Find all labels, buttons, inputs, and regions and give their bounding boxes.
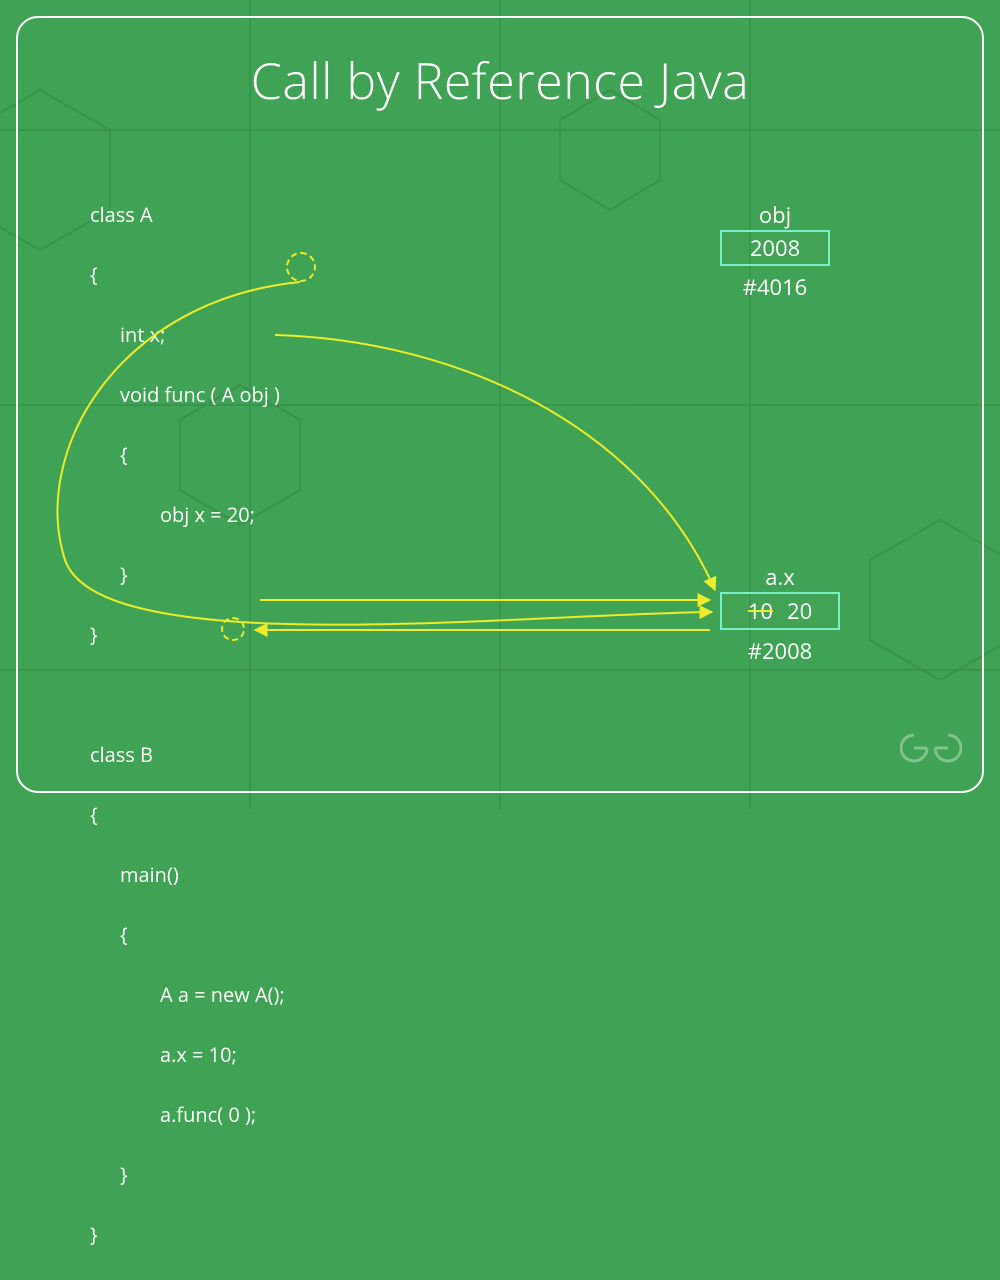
code-text: A a = new A(); (160, 981, 285, 1008)
obj-label: obj (720, 200, 830, 230)
ax-old-value: 10 (748, 596, 773, 626)
code-block: class A { int x; void func ( A obj ) { o… (90, 170, 285, 1280)
code-line: { (90, 260, 285, 290)
ax-address: #2008 (720, 636, 840, 666)
ax-new-value: 20 (787, 596, 812, 626)
obj-value-box: 2008 (720, 230, 830, 266)
obj-address: #4016 (720, 272, 830, 302)
code-line: } (90, 620, 285, 650)
code-text: a.x = 10; (160, 1041, 237, 1068)
code-text: { (120, 921, 128, 948)
arg-zero: 0 (228, 1101, 239, 1128)
gfg-logo-icon (900, 729, 962, 775)
code-text: obj x = 20; (160, 501, 255, 528)
highlight-circle-arg (221, 617, 245, 641)
code-text: int x; (120, 321, 165, 348)
code-text: { (120, 441, 128, 468)
code-text: a.func( (160, 1101, 228, 1128)
code-line: { (90, 800, 285, 830)
code-text: void func ( A (120, 381, 239, 408)
diagram-title: Call by Reference Java (0, 46, 1000, 114)
code-text: } (120, 561, 128, 588)
code-line: } (90, 1220, 285, 1250)
code-line: class A (90, 200, 285, 230)
code-text: main() (120, 861, 179, 888)
code-text: ) (269, 381, 280, 408)
param-obj: obj (239, 381, 268, 408)
ax-label: a.x (720, 562, 840, 592)
code-text: } (120, 1161, 128, 1188)
obj-value: 2008 (750, 233, 800, 263)
code-line: class B (90, 740, 285, 770)
highlight-circle-obj (286, 252, 316, 282)
code-text: ); (240, 1101, 256, 1128)
ax-value-box: 10 20 (720, 592, 840, 630)
